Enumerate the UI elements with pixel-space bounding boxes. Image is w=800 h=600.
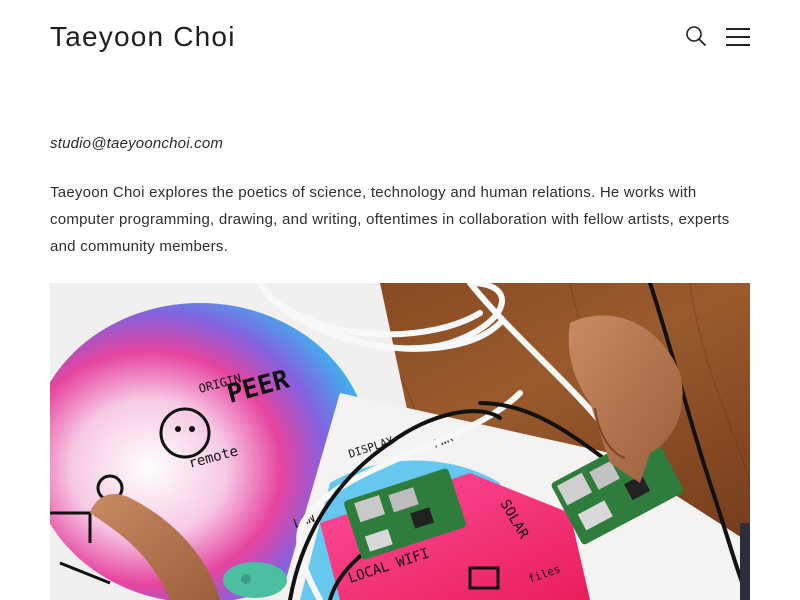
site-header: Taeyoon Choi [0, 0, 800, 80]
hero-image: PEER ORIGIN remote DISPLAY PWR LAN LOCAL… [50, 283, 750, 600]
search-button[interactable] [684, 24, 708, 48]
search-icon [686, 26, 706, 46]
site-title[interactable]: Taeyoon Choi [50, 19, 236, 55]
menu-button[interactable] [724, 25, 752, 49]
email-link[interactable]: studio@taeyoonchoi.com [50, 133, 223, 155]
hero-photo: PEER ORIGIN remote DISPLAY PWR LAN LOCAL… [50, 283, 750, 600]
bio-paragraph: Taeyoon Choi explores the poetics of sci… [50, 184, 730, 255]
hamburger-menu-icon [726, 28, 750, 46]
